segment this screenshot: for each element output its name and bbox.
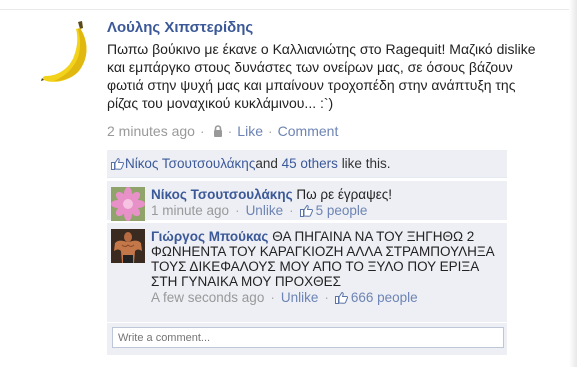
post-author-link[interactable]: Λούλης Χιπστερίδης bbox=[107, 18, 562, 38]
banana-avatar[interactable] bbox=[38, 18, 98, 86]
liker-link[interactable]: Νίκος Τσουτσουλάκης bbox=[125, 156, 255, 171]
meta-separator: · bbox=[227, 123, 233, 139]
like-link[interactable]: Like bbox=[237, 123, 263, 139]
meta-separator: · bbox=[235, 203, 240, 218]
feedback-section: Νίκος Τσουτσουλάκης and 45 others like t… bbox=[107, 150, 507, 355]
comment-timestamp[interactable]: 1 minute ago bbox=[151, 203, 229, 218]
post-message: Πωπω βούκινο με έκανε ο Καλλιανιώτης στο… bbox=[107, 41, 536, 111]
meta-separator: · bbox=[289, 203, 294, 218]
comment-author-link[interactable]: Νίκος Τσουτσουλάκης bbox=[151, 187, 293, 202]
comment-item: Νίκος Τσουτσουλάκης Πω ρε έγραψες! 1 min… bbox=[107, 180, 507, 221]
unlike-link[interactable]: Unlike bbox=[246, 203, 284, 218]
comment-likes-link[interactable]: 5 people bbox=[316, 203, 368, 218]
comment-likes-link[interactable]: 666 people bbox=[351, 290, 418, 305]
comment-timestamp[interactable]: A few seconds ago bbox=[151, 290, 264, 305]
unlike-link[interactable]: Unlike bbox=[281, 290, 319, 305]
meta-separator: · bbox=[324, 290, 329, 305]
flower-avatar[interactable] bbox=[111, 187, 145, 221]
comment-body: Γιώργος Μπούκας ΘΑ ΠΗΓΑΙΝΑ ΝΑ ΤΟΥ ΞΗΓΗΘΩ… bbox=[151, 223, 507, 305]
story-content: Λούλης Χιπστερίδης Πωπω βούκινο με έκανε… bbox=[107, 18, 562, 141]
comment-meta: A few seconds ago · Unlike · 666 people bbox=[151, 290, 501, 305]
write-comment-input[interactable] bbox=[112, 327, 504, 348]
feed-story: Λούλης Χιπστερίδης Πωπω βούκινο με έκανε… bbox=[0, 10, 569, 367]
meta-separator: · bbox=[267, 123, 273, 139]
bodybuilder-avatar[interactable] bbox=[111, 229, 145, 263]
lock-icon[interactable] bbox=[213, 125, 223, 137]
top-divider bbox=[0, 0, 577, 10]
comment-author-link[interactable]: Γιώργος Μπούκας bbox=[151, 229, 268, 244]
thumbs-up-icon bbox=[334, 291, 348, 304]
comment-meta: 1 minute ago · Unlike · 5 people bbox=[151, 203, 501, 218]
comment-composer bbox=[107, 323, 507, 355]
comment-text: Πω ρε έγραψες! bbox=[296, 187, 393, 202]
comment-body: Νίκος Τσουτσουλάκης Πω ρε έγραψες! 1 min… bbox=[151, 181, 507, 218]
right-edge-shadow bbox=[569, 0, 577, 367]
thumbs-up-icon bbox=[299, 204, 313, 217]
others-link[interactable]: 45 others bbox=[282, 156, 338, 171]
comment-link[interactable]: Comment bbox=[278, 123, 339, 139]
meta-separator: · bbox=[270, 290, 275, 305]
meta-separator: · bbox=[199, 123, 205, 139]
comment-item: Γιώργος Μπούκας ΘΑ ΠΗΓΑΙΝΑ ΝΑ ΤΟΥ ΞΗΓΗΘΩ… bbox=[107, 222, 507, 322]
likes-suffix: like this. bbox=[341, 156, 391, 171]
post-meta: 2 minutes ago · · Like · Comment bbox=[107, 121, 562, 141]
post-timestamp[interactable]: 2 minutes ago bbox=[107, 123, 195, 139]
likes-and: and bbox=[255, 156, 278, 171]
likes-summary: Νίκος Τσουτσουλάκης and 45 others like t… bbox=[107, 150, 507, 178]
thumbs-up-icon bbox=[111, 157, 124, 170]
